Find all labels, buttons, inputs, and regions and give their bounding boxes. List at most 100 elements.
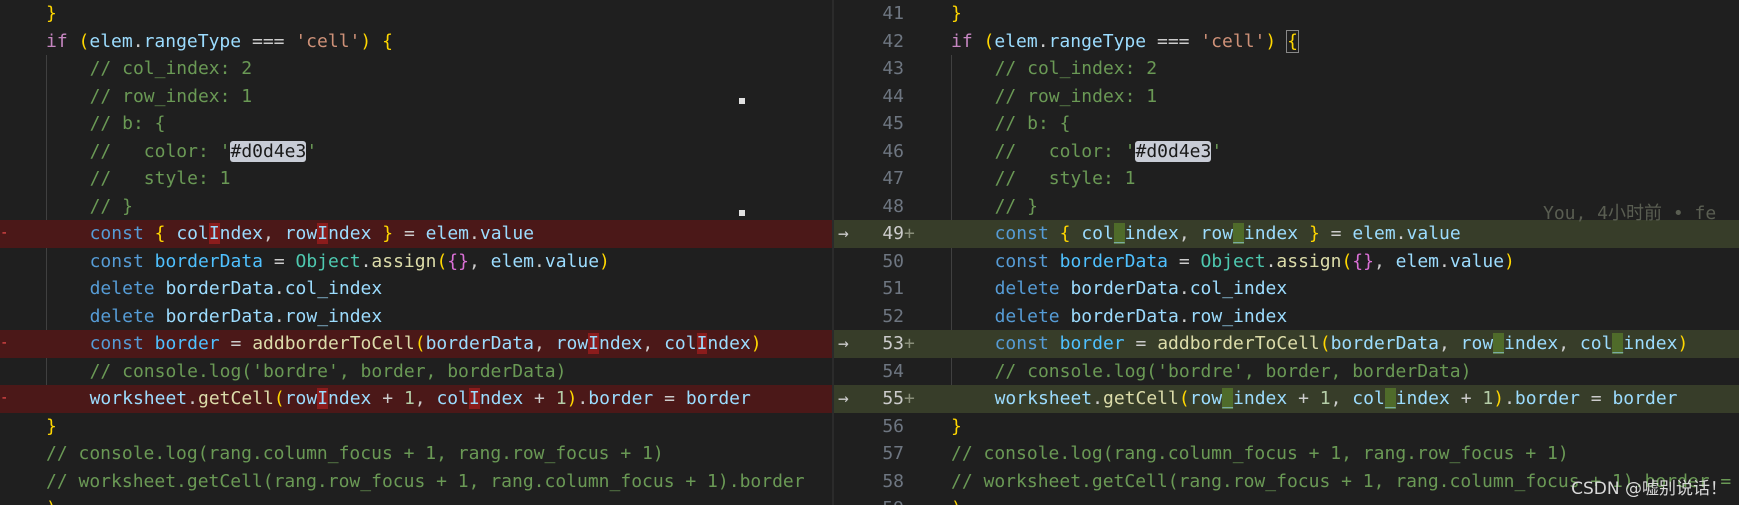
code-line[interactable]: // style: 1 — [0, 165, 832, 193]
code-text: // worksheet.getCell(rang.row_focus + 1,… — [46, 470, 805, 492]
code-text: // row_index: 1 — [994, 85, 1158, 107]
code-line[interactable]: 50 const borderData = Object.assign({}, e… — [834, 248, 1739, 276]
line-number: 55 — [882, 388, 904, 409]
code-line[interactable]: 51 delete borderData.col_index — [834, 275, 1739, 303]
line-number: 58 — [882, 470, 904, 492]
code-line[interactable]: 43 // col_index: 2 — [834, 55, 1739, 83]
original-pane[interactable]: } if (elem.rangeType === 'cell') { // col_… — [0, 0, 832, 505]
code-line[interactable]: - worksheet.getCell(rowIndex + 1, colInde… — [0, 385, 832, 413]
code-line[interactable]: 42 if (elem.rangeType === 'cell') { — [834, 28, 1739, 56]
code-text: // console.log('bordre', border, borderD… — [994, 360, 1472, 382]
code-text: } — [951, 415, 962, 437]
code-line[interactable]: if (elem.rangeType === 'cell') { — [0, 28, 832, 56]
code-line[interactable]: delete borderData.col_index — [0, 275, 832, 303]
code-text: // console.log('bordre', border, borderD… — [89, 360, 567, 382]
code-line[interactable]: 46 // color: '#d0d4e3' — [834, 138, 1739, 166]
code-text: // console.log(rang.column_focus + 1, ra… — [951, 443, 1569, 464]
line-number: 49 — [882, 223, 904, 244]
code-line[interactable]: // } — [0, 193, 832, 221]
code-text: // } — [994, 195, 1038, 217]
code-text: ) — [951, 495, 962, 505]
code-line[interactable]: } — [0, 413, 832, 441]
code-text: const border = addborderToCell(borderDat… — [994, 333, 1689, 354]
revert-arrow-icon[interactable]: → — [838, 385, 849, 413]
line-number: 50 — [882, 250, 904, 272]
line-number: 41 — [882, 3, 904, 24]
code-text: const borderData = Object.assign({}, ele… — [994, 250, 1515, 272]
code-line[interactable]: // console.log('bordre', border, borderD… — [0, 358, 832, 386]
code-line[interactable]: 57 // console.log(rang.column_focus + 1, … — [834, 440, 1739, 468]
line-number: 43 — [882, 58, 904, 79]
code-line[interactable]: const borderData = Object.assign({}, ele… — [0, 248, 832, 276]
line-number: 44 — [882, 85, 904, 107]
line-number: 57 — [882, 443, 904, 464]
code-line[interactable]: ) — [0, 495, 832, 505]
removed-marker: - — [0, 390, 9, 406]
overview-marker — [739, 98, 745, 104]
line-number: 46 — [882, 140, 904, 162]
code-text: const { col_index, row_index } = elem.va… — [994, 223, 1461, 244]
modified-lines: 41} 42 if (elem.rangeType === 'cell') {43/… — [834, 0, 1739, 505]
code-text: } — [951, 3, 962, 24]
code-line[interactable]: // col_index: 2 — [0, 55, 832, 83]
modified-pane[interactable]: 41} 42 if (elem.rangeType === 'cell') {43/… — [834, 0, 1739, 505]
code-text: delete borderData.row_index — [89, 305, 383, 327]
code-text: // style: 1 — [89, 168, 231, 189]
code-text: // console.log(rang.column_focus + 1, ra… — [46, 443, 664, 464]
code-text: delete borderData.col_index — [89, 278, 383, 299]
line-number: 42 — [882, 30, 904, 52]
code-text: delete borderData.row_index — [994, 305, 1288, 327]
overview-marker — [739, 210, 745, 216]
code-text: if (elem.rangeType === 'cell') { — [46, 30, 393, 52]
line-number: 52 — [882, 305, 904, 327]
code-text: const border = addborderToCell(borderDat… — [89, 333, 762, 354]
code-text: const borderData = Object.assign({}, ele… — [89, 250, 610, 272]
line-number: 53 — [882, 333, 904, 354]
code-text: } — [46, 3, 57, 24]
code-text: worksheet.getCell(row_index + 1, col_ind… — [994, 388, 1678, 409]
code-line[interactable]: // color: '#d0d4e3' — [0, 138, 832, 166]
removed-marker: - — [0, 225, 9, 241]
line-number: 48 — [882, 195, 904, 217]
code-line[interactable]: 55 → + worksheet.getCell(row_index + 1, col… — [834, 385, 1739, 413]
code-text: // } — [89, 195, 133, 217]
code-text: worksheet.getCell(rowIndex + 1, colIndex… — [89, 388, 751, 409]
code-line[interactable]: 53 → + const border = addborderToCell(borde… — [834, 330, 1739, 358]
code-text: // color: '#d0d4e3' — [89, 140, 318, 162]
code-text: delete borderData.col_index — [994, 278, 1288, 299]
code-text: ) — [46, 495, 57, 505]
code-line[interactable]: 44 // row_index: 1 — [834, 83, 1739, 111]
code-line[interactable]: 41} — [834, 0, 1739, 28]
code-line[interactable]: 54 // console.log('bordre', border, borde… — [834, 358, 1739, 386]
code-line[interactable]: delete borderData.row_index — [0, 303, 832, 331]
code-line[interactable]: // console.log(rang.column_focus + 1, ra… — [0, 440, 832, 468]
code-line[interactable]: - const { colIndex, rowIndex } = elem.val… — [0, 220, 832, 248]
removed-marker: - — [0, 335, 9, 351]
code-text: // col_index: 2 — [994, 58, 1158, 79]
diff-editor: } if (elem.rangeType === 'cell') { // col_… — [0, 0, 1739, 505]
code-text: // color: '#d0d4e3' — [994, 140, 1223, 162]
code-text: // style: 1 — [994, 168, 1136, 189]
code-text: // col_index: 2 — [89, 58, 253, 79]
code-line[interactable]: 45 // b: { — [834, 110, 1739, 138]
code-line[interactable]: - const border = addborderToCell(borderDa… — [0, 330, 832, 358]
code-line[interactable]: // b: { — [0, 110, 832, 138]
revert-arrow-icon[interactable]: → — [838, 220, 849, 248]
code-line[interactable]: // row_index: 1 — [0, 83, 832, 111]
code-text: } — [46, 415, 57, 437]
git-blame-annotation: You, 4小时前 • fe — [1543, 203, 1717, 224]
revert-arrow-icon[interactable]: → — [838, 330, 849, 358]
code-text: const { colIndex, rowIndex } = elem.valu… — [89, 223, 535, 244]
line-number: 51 — [882, 278, 904, 299]
added-marker: + — [904, 388, 915, 409]
original-lines: } if (elem.rangeType === 'cell') { // col_… — [0, 0, 832, 505]
code-line[interactable]: // worksheet.getCell(rang.row_focus + 1,… — [0, 468, 832, 496]
code-line[interactable]: } — [0, 0, 832, 28]
code-line[interactable]: 47 // style: 1 — [834, 165, 1739, 193]
line-number: 56 — [882, 415, 904, 437]
code-text: // row_index: 1 — [89, 85, 253, 107]
code-line[interactable]: 56} — [834, 413, 1739, 441]
line-number: 59 — [870, 495, 904, 505]
added-marker: + — [904, 333, 915, 354]
code-line[interactable]: 52 delete borderData.row_index — [834, 303, 1739, 331]
